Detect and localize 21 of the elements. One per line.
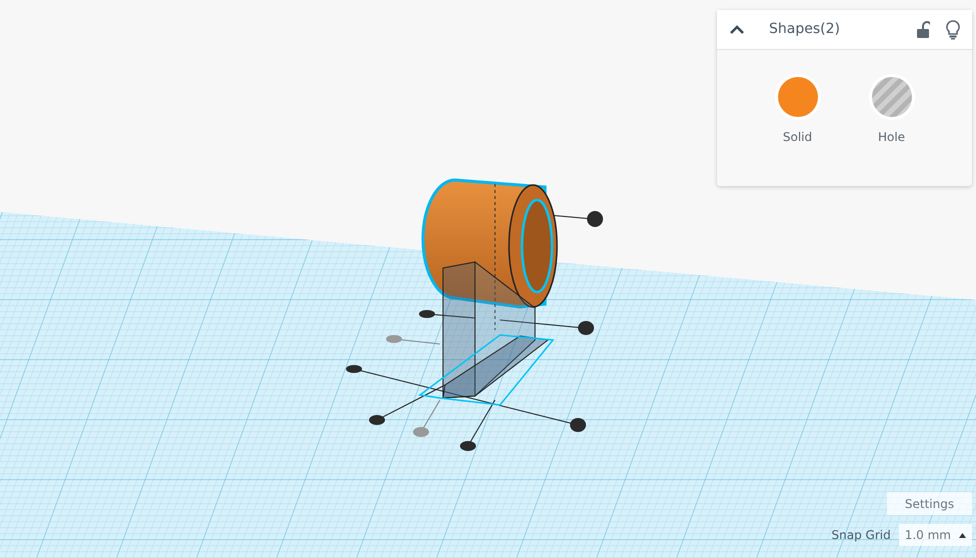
chevron-up-icon[interactable] <box>729 24 745 34</box>
resize-handle[interactable] <box>346 365 362 373</box>
resize-handle[interactable] <box>369 415 385 425</box>
caret-up-icon <box>959 532 966 538</box>
lightbulb-icon[interactable] <box>946 20 960 40</box>
option-label: Hole <box>878 129 906 146</box>
option-label: Solid <box>782 129 812 146</box>
snap-grid-dropdown[interactable]: 1.0 mm <box>898 524 972 546</box>
settings-button[interactable]: Settings <box>887 492 972 515</box>
hole-swatch[interactable] <box>868 74 914 120</box>
resize-handle[interactable] <box>386 335 402 343</box>
solid-swatch[interactable] <box>774 74 820 120</box>
snap-grid-label: Snap Grid <box>832 527 891 544</box>
resize-handle[interactable] <box>587 211 603 227</box>
resize-handle[interactable] <box>419 310 435 318</box>
panel-title: Shapes(2) <box>769 20 840 39</box>
open-padlock-icon[interactable] <box>916 20 930 38</box>
resize-handle[interactable] <box>413 427 429 437</box>
resize-handle[interactable] <box>578 321 594 335</box>
resize-handle[interactable] <box>570 418 586 432</box>
resize-handle[interactable] <box>460 441 476 451</box>
